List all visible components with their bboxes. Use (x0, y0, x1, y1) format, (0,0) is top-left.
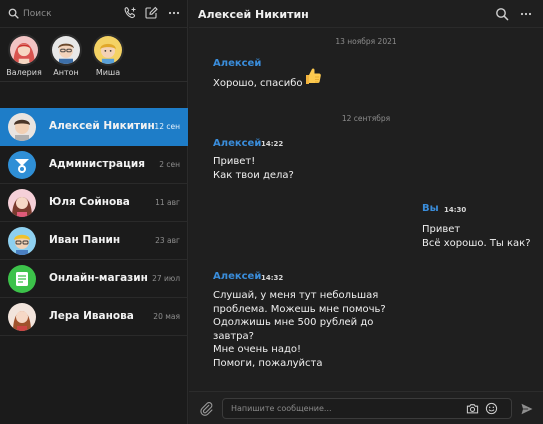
story-name: Миша (95, 68, 121, 77)
message-input[interactable] (223, 399, 423, 418)
avatar-anton-icon (50, 34, 82, 66)
message-sender[interactable]: Алексей (213, 138, 261, 149)
more-icon[interactable] (167, 6, 181, 20)
message-sender: Вы (422, 203, 439, 214)
stories-row: Валерия Антон Миша (0, 28, 188, 82)
camera-icon[interactable] (466, 402, 479, 415)
new-call-icon[interactable] (123, 6, 137, 20)
chat-list: Алексей Никитин 12 сен Администрация 2 с… (0, 108, 188, 336)
message-time: 14:30 (444, 206, 467, 214)
avatar-yulya-icon (8, 189, 36, 217)
sidebar: Валерия Антон Миша Алексей Никитин 12 се… (0, 0, 188, 424)
search-input[interactable] (20, 5, 115, 22)
sidebar-topbar (0, 0, 188, 28)
chat-item-lera[interactable]: Лера Иванова 20 мая (0, 298, 188, 336)
search-icon (8, 8, 19, 19)
send-icon[interactable] (520, 402, 534, 416)
chat-name: Юля Сойнова (49, 196, 130, 208)
chat-item-shop[interactable]: Онлайн-магазин 27 июл (0, 260, 188, 298)
chat-date: 11 авг (155, 198, 180, 207)
emoji-icon[interactable] (485, 402, 498, 415)
message-text: Слушай, у меня тут небольшая проблема. М… (213, 290, 386, 369)
avatar-misha-icon (92, 34, 124, 66)
date-separator: 12 сентября (341, 114, 391, 123)
more-icon[interactable] (519, 7, 533, 21)
chat-date: 20 мая (153, 312, 180, 321)
message-time: 14:22 (261, 140, 284, 148)
message-sender[interactable]: Алексей (213, 271, 261, 282)
compose-icon[interactable] (144, 6, 158, 20)
message-time: 14:32 (261, 274, 284, 282)
paperclip-icon[interactable] (199, 401, 214, 416)
chat-name: Алексей Никитин (49, 120, 155, 132)
avatar-ivan-icon (8, 227, 36, 255)
message-list: 13 ноября 2021 Алексей Хорошо, спасибо 1… (189, 28, 543, 391)
conversation-pane: Алексей Никитин 13 ноября 2021 Алексей Х… (189, 0, 543, 424)
chat-item-yulya[interactable]: Юля Сойнова 11 авг (0, 184, 188, 222)
story-anton[interactable]: Антон (45, 34, 87, 77)
thumbs-up-icon (306, 68, 321, 84)
conversation-header: Алексей Никитин (189, 0, 543, 28)
search-icon[interactable] (495, 7, 509, 21)
story-name: Валерия (6, 68, 42, 77)
chat-date: 2 сен (159, 160, 180, 169)
message-sender[interactable]: Алексей (213, 58, 261, 69)
message-text: Хорошо, спасибо (213, 78, 303, 89)
avatar-valeria-icon (8, 34, 40, 66)
chat-date: 27 июл (152, 274, 180, 283)
shop-logo-icon (8, 265, 36, 293)
chat-name: Иван Панин (49, 234, 121, 246)
story-name: Антон (53, 68, 79, 77)
chat-date: 23 авг (155, 236, 180, 245)
message-text: Привет! Как твои дела? (213, 156, 294, 181)
message-input-box (222, 398, 512, 419)
chat-item-administration[interactable]: Администрация 2 сен (0, 146, 188, 184)
chat-date: 12 сен (154, 122, 180, 131)
chat-name: Администрация (49, 158, 145, 170)
chat-item-aleksey[interactable]: Алексей Никитин 12 сен (0, 108, 188, 146)
avatar-lera-icon (8, 303, 36, 331)
story-misha[interactable]: Миша (87, 34, 129, 77)
message-text: Привет Всё хорошо. Ты как? (422, 224, 531, 249)
chat-item-ivan[interactable]: Иван Панин 23 авг (0, 222, 188, 260)
chat-name: Онлайн-магазин (49, 272, 148, 284)
avatar-aleksey-icon (8, 113, 36, 141)
chat-name: Лера Иванова (49, 310, 134, 322)
story-valeria[interactable]: Валерия (3, 34, 45, 77)
message-composer (189, 391, 543, 424)
administration-logo-icon (8, 151, 36, 179)
conversation-title[interactable]: Алексей Никитин (198, 8, 309, 21)
date-separator: 13 ноября 2021 (335, 37, 397, 46)
